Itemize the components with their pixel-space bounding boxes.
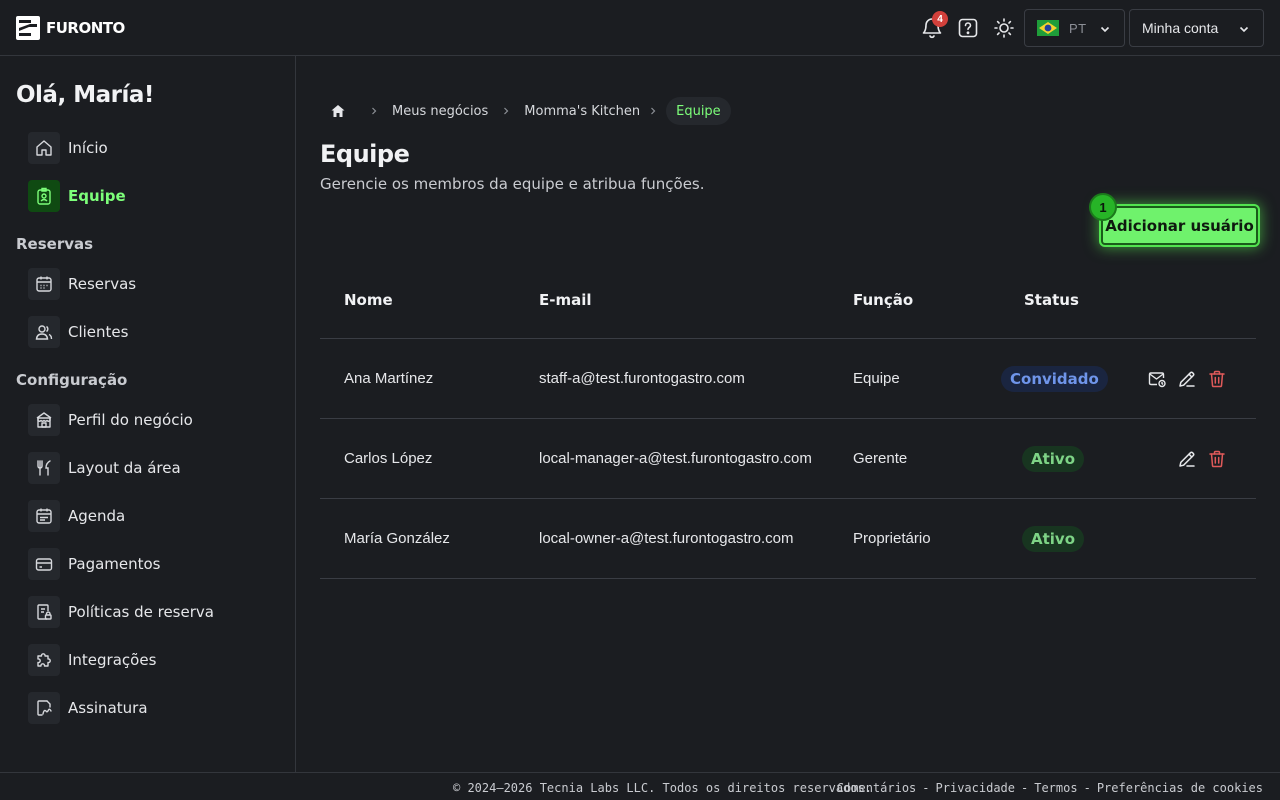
edit-icon[interactable] bbox=[1176, 448, 1198, 470]
sidebar: Olá, María! Início Equipe Reservas Reser… bbox=[0, 56, 296, 772]
sidebar-item-label: Clientes bbox=[68, 323, 129, 341]
sidebar-item-label: Layout da área bbox=[68, 459, 181, 477]
footer-separator: - bbox=[1021, 781, 1029, 795]
credit-card-icon bbox=[28, 548, 60, 580]
calendar-icon bbox=[28, 268, 60, 300]
member-email: staff-a@test.furontogastro.com bbox=[539, 370, 745, 387]
team-badge-icon bbox=[28, 180, 60, 212]
sidebar-item-label: Assinatura bbox=[68, 699, 148, 717]
sidebar-item-reservas[interactable]: Reservas bbox=[28, 268, 136, 300]
footer-separator: - bbox=[922, 781, 930, 795]
sidebar-item-pagamentos[interactable]: Pagamentos bbox=[28, 548, 161, 580]
sidebar-item-label: Reservas bbox=[68, 275, 137, 293]
footer-separator: - bbox=[1083, 781, 1091, 795]
language-code: PT bbox=[1069, 20, 1087, 36]
account-menu-button[interactable]: Minha conta bbox=[1129, 9, 1264, 47]
signature-icon bbox=[28, 692, 60, 724]
breadcrumb-separator-icon bbox=[488, 106, 524, 116]
delete-icon[interactable] bbox=[1206, 368, 1228, 390]
sidebar-item-label: Perfil do negócio bbox=[68, 411, 193, 429]
top-header: FURONTO 4 PT Minha conta bbox=[0, 0, 1280, 56]
section-label-reservas: Reservas bbox=[16, 235, 94, 253]
sidebar-item-label: Agenda bbox=[68, 507, 126, 525]
users-icon bbox=[28, 316, 60, 348]
member-role: Proprietário bbox=[853, 530, 931, 547]
logo-text: FURONTO bbox=[46, 19, 125, 37]
delete-icon[interactable] bbox=[1206, 448, 1228, 470]
breadcrumb-mommas-kitchen[interactable]: Momma's Kitchen bbox=[524, 104, 640, 119]
edit-icon[interactable] bbox=[1176, 368, 1198, 390]
member-email: local-manager-a@test.furontogastro.com bbox=[539, 450, 812, 467]
sidebar-item-label: Equipe bbox=[68, 187, 126, 205]
footer-link-privacidade[interactable]: Privacidade bbox=[936, 781, 1015, 795]
copyright-text: © 2024–2026 Tecnia Labs LLC. Todos os di… bbox=[453, 781, 873, 795]
member-role: Equipe bbox=[853, 370, 900, 387]
table-header: Nome E-mail Função Status bbox=[320, 259, 1256, 339]
furonto-logo[interactable]: FURONTO bbox=[16, 16, 125, 40]
team-members-table: Nome E-mail Função Status Ana Martínez s… bbox=[320, 259, 1256, 579]
resend-invite-icon[interactable] bbox=[1146, 368, 1168, 390]
utensils-icon bbox=[28, 452, 60, 484]
member-name: Carlos López bbox=[344, 450, 433, 467]
sidebar-item-equipe[interactable]: Equipe bbox=[28, 180, 126, 212]
home-icon bbox=[28, 132, 60, 164]
furonto-logo-mark-icon bbox=[16, 16, 40, 40]
breadcrumb: Meus negócios Momma's Kitchen Equipe bbox=[320, 96, 731, 126]
footer-links: Comentários - Privacidade - Termos - Pre… bbox=[837, 781, 1263, 795]
policy-lock-icon bbox=[28, 596, 60, 628]
sidebar-item-label: Pagamentos bbox=[68, 555, 161, 573]
chevron-down-icon bbox=[1237, 22, 1251, 36]
table-row: Carlos López local-manager-a@test.furont… bbox=[320, 419, 1256, 499]
breadcrumb-home-icon[interactable] bbox=[320, 96, 356, 126]
schedule-icon bbox=[28, 500, 60, 532]
store-icon bbox=[28, 404, 60, 436]
sidebar-item-integracoes[interactable]: Integrações bbox=[28, 644, 156, 676]
sidebar-item-clientes[interactable]: Clientes bbox=[28, 316, 128, 348]
breadcrumb-equipe-current: Equipe bbox=[666, 97, 731, 125]
status-badge: Convidado bbox=[1001, 366, 1108, 392]
breadcrumb-separator-icon bbox=[356, 106, 392, 116]
member-name: Ana Martínez bbox=[344, 370, 434, 387]
table-row: María González local-owner-a@test.furont… bbox=[320, 499, 1256, 579]
footer: © 2024–2026 Tecnia Labs LLC. Todos os di… bbox=[0, 772, 1280, 800]
column-header-nome: Nome bbox=[344, 291, 393, 309]
sidebar-item-layout-da-area[interactable]: Layout da área bbox=[28, 452, 181, 484]
footer-link-preferencias-de-cookies[interactable]: Preferências de cookies bbox=[1097, 781, 1263, 795]
column-header-status: Status bbox=[1024, 291, 1079, 309]
chevron-down-icon bbox=[1098, 22, 1112, 36]
status-badge: Ativo bbox=[1022, 446, 1085, 472]
brazil-flag-icon bbox=[1037, 20, 1059, 36]
sidebar-item-label: Início bbox=[68, 139, 108, 157]
add-user-button[interactable]: Adicionar usuário bbox=[1101, 206, 1258, 245]
member-name: María González bbox=[344, 530, 450, 547]
breadcrumb-meus-negocios[interactable]: Meus negócios bbox=[392, 104, 488, 119]
puzzle-icon bbox=[28, 644, 60, 676]
greeting: Olá, María! bbox=[16, 82, 154, 108]
status-badge: Ativo bbox=[1022, 526, 1085, 552]
member-role: Gerente bbox=[853, 450, 908, 467]
member-email: local-owner-a@test.furontogastro.com bbox=[539, 530, 794, 547]
section-label-configuracao: Configuração bbox=[16, 371, 128, 389]
table-row: Ana Martínez staff-a@test.furontogastro.… bbox=[320, 339, 1256, 419]
sidebar-item-agenda[interactable]: Agenda bbox=[28, 500, 125, 532]
column-header-funcao: Função bbox=[853, 291, 914, 309]
notifications-count-badge: 4 bbox=[932, 11, 948, 27]
help-icon[interactable] bbox=[956, 16, 980, 40]
sidebar-item-assinatura[interactable]: Assinatura bbox=[28, 692, 148, 724]
theme-toggle-sun-icon[interactable] bbox=[992, 16, 1016, 40]
sidebar-item-perfil-do-negocio[interactable]: Perfil do negócio bbox=[28, 404, 193, 436]
language-select[interactable]: PT bbox=[1024, 9, 1125, 47]
sidebar-item-politicas-de-reserva[interactable]: Políticas de reserva bbox=[28, 596, 214, 628]
breadcrumb-separator-icon bbox=[640, 106, 666, 116]
page-subtitle: Gerencie os membros da equipe e atribua … bbox=[320, 175, 705, 193]
footer-link-comentarios[interactable]: Comentários bbox=[837, 781, 916, 795]
sidebar-item-label: Políticas de reserva bbox=[68, 603, 214, 621]
account-label: Minha conta bbox=[1142, 20, 1219, 36]
page-title: Equipe bbox=[320, 140, 410, 168]
sidebar-item-label: Integrações bbox=[68, 651, 157, 669]
column-header-email: E-mail bbox=[539, 291, 592, 309]
step-number-badge: 1 bbox=[1089, 193, 1117, 221]
footer-link-termos[interactable]: Termos bbox=[1034, 781, 1077, 795]
sidebar-item-inicio[interactable]: Início bbox=[28, 132, 108, 164]
